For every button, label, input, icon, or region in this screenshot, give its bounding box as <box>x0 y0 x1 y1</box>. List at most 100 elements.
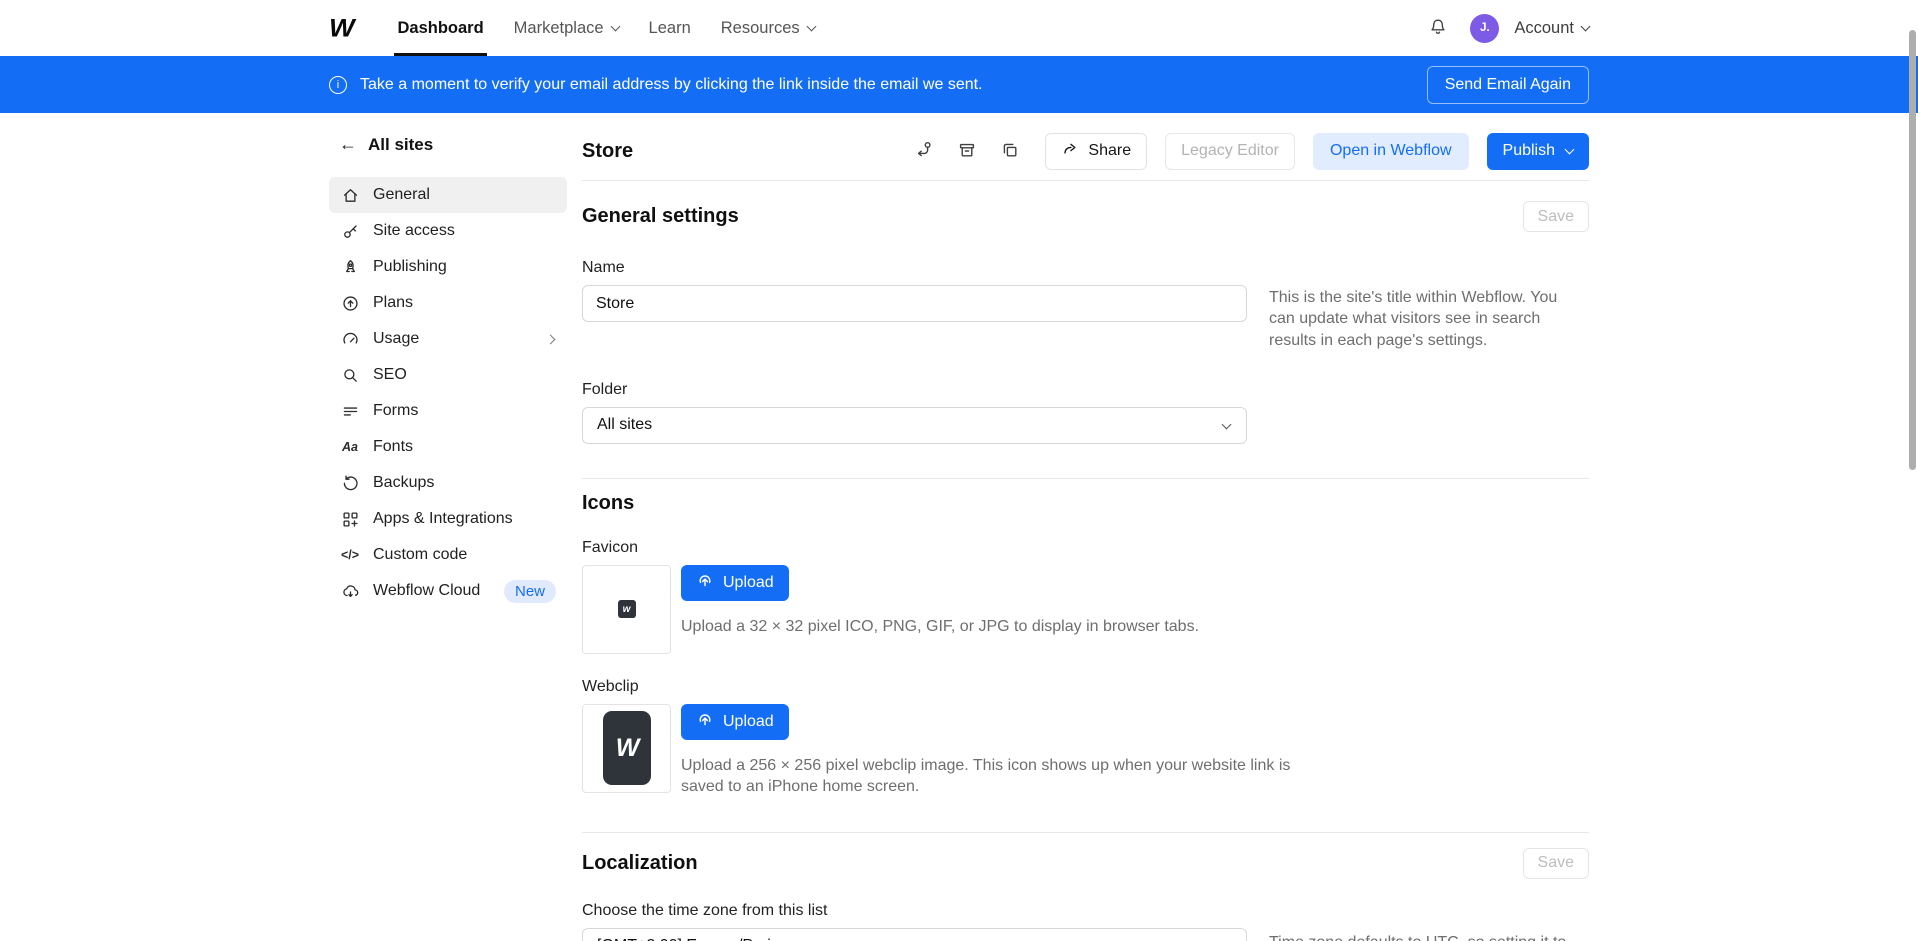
upload-label: Upload <box>723 574 774 592</box>
sidebar-item-label: Apps & Integrations <box>373 510 556 528</box>
localization-section: Localization Save Choose the time zone f… <box>582 848 1589 941</box>
gauge-icon <box>340 329 360 349</box>
nav-item-dashboard[interactable]: Dashboard <box>382 0 498 56</box>
webclip-image: W <box>603 711 651 785</box>
sidebar-item-seo[interactable]: SEO <box>329 357 567 393</box>
fonts-aa-icon: Aa <box>340 437 360 457</box>
notifications-button[interactable] <box>1421 11 1455 45</box>
account-label: Account <box>1514 19 1574 38</box>
verify-email-banner: i Take a moment to verify your email add… <box>0 56 1918 113</box>
favicon-help-text: Upload a 32 × 32 pixel ICO, PNG, GIF, or… <box>681 616 1199 638</box>
nav-item-resources[interactable]: Resources <box>706 0 830 56</box>
key-icon <box>340 221 360 241</box>
divider <box>582 832 1589 833</box>
new-badge: New <box>504 580 556 603</box>
site-name-input[interactable] <box>582 285 1247 322</box>
publish-button[interactable]: Publish <box>1487 133 1589 170</box>
sidebar-item-label: Webflow Cloud <box>373 582 491 600</box>
archive-button[interactable] <box>950 134 984 168</box>
info-icon: i <box>329 76 347 94</box>
sidebar-item-forms[interactable]: Forms <box>329 393 567 429</box>
page-title: Store <box>582 140 633 163</box>
nav-item-label: Marketplace <box>514 19 604 38</box>
sidebar-item-label: Plans <box>373 294 556 312</box>
save-button[interactable]: Save <box>1523 848 1589 879</box>
vertical-scrollbar[interactable] <box>1909 30 1916 470</box>
sidebar-item-publishing[interactable]: Publishing <box>329 249 567 285</box>
timezone-help-text: Time zone defaults to UTC, so setting it… <box>1269 932 1569 941</box>
sidebar-item-label: Forms <box>373 402 556 420</box>
settings-main: Store <box>582 128 1589 941</box>
open-in-webflow-button[interactable]: Open in Webflow <box>1313 133 1469 170</box>
name-label: Name <box>582 259 1589 277</box>
timezone-select-value: [GMT+2:00] Europe/Paris <box>597 937 779 941</box>
nav-item-learn[interactable]: Learn <box>634 0 706 56</box>
favicon-upload-button[interactable]: Upload <box>681 565 789 601</box>
chevron-down-icon <box>1222 419 1232 429</box>
section-title: General settings <box>582 205 739 228</box>
transfer-site-icon <box>914 140 934 163</box>
back-to-all-sites[interactable]: ← All sites <box>329 128 567 155</box>
sidebar-item-label: Custom code <box>373 546 556 564</box>
nav-item-marketplace[interactable]: Marketplace <box>499 0 634 56</box>
webclip-help-text: Upload a 256 × 256 pixel webclip image. … <box>681 755 1301 798</box>
sidebar-item-fonts[interactable]: Aa Fonts <box>329 429 567 465</box>
top-navbar: W Dashboard Marketplace Learn Resources <box>0 0 1918 56</box>
publish-label: Publish <box>1503 142 1555 160</box>
back-label: All sites <box>368 135 433 155</box>
upload-icon <box>696 710 714 733</box>
share-label: Share <box>1088 142 1131 160</box>
webclip-label: Webclip <box>582 678 1589 696</box>
banner-message: Take a moment to verify your email addre… <box>360 76 983 94</box>
chevron-right-icon <box>546 334 556 344</box>
sidebar-item-label: SEO <box>373 366 556 384</box>
sidebar-item-apps-integrations[interactable]: Apps & Integrations <box>329 501 567 537</box>
search-icon <box>340 365 360 385</box>
section-title: Icons <box>582 492 634 515</box>
nav-item-label: Resources <box>721 19 800 38</box>
primary-nav: Dashboard Marketplace Learn Resources <box>382 0 829 56</box>
folder-label: Folder <box>582 381 1589 399</box>
folder-select-value: All sites <box>597 416 652 434</box>
home-icon <box>340 185 360 205</box>
rocket-icon <box>340 257 360 277</box>
favicon-preview: w <box>582 565 671 654</box>
general-settings-section: General settings Save Name This is the s… <box>582 201 1589 444</box>
upload-label: Upload <box>723 713 774 731</box>
transfer-site-button[interactable] <box>907 134 941 168</box>
folder-select[interactable]: All sites <box>582 407 1247 444</box>
legacy-editor-button[interactable]: Legacy Editor <box>1165 133 1295 170</box>
sidebar-item-label: Publishing <box>373 258 556 276</box>
avatar-initials: J. <box>1480 22 1490 34</box>
divider <box>582 180 1589 181</box>
avatar[interactable]: J. <box>1470 14 1499 43</box>
sidebar-item-webflow-cloud[interactable]: Webflow Cloud New <box>329 573 567 609</box>
share-arrow-icon <box>1061 140 1079 163</box>
sidebar-item-site-access[interactable]: Site access <box>329 213 567 249</box>
divider <box>582 478 1589 479</box>
sidebar-item-label: Fonts <box>373 438 556 456</box>
forms-lines-icon <box>340 401 360 421</box>
duplicate-button[interactable] <box>993 134 1027 168</box>
save-button[interactable]: Save <box>1523 201 1589 232</box>
apps-grid-icon <box>340 509 360 529</box>
sidebar-item-custom-code[interactable]: </> Custom code <box>329 537 567 573</box>
sidebar-item-usage[interactable]: Usage <box>329 321 567 357</box>
webclip-upload-button[interactable]: Upload <box>681 704 789 740</box>
sidebar-item-label: Backups <box>373 474 556 492</box>
cloud-icon <box>340 581 360 601</box>
chevron-down-icon <box>610 21 620 31</box>
timezone-select[interactable]: [GMT+2:00] Europe/Paris <box>582 928 1247 941</box>
sidebar-item-plans[interactable]: Plans <box>329 285 567 321</box>
account-menu[interactable]: Account <box>1514 19 1589 38</box>
webflow-logo-icon[interactable]: W <box>329 14 352 43</box>
sidebar-item-general[interactable]: General <box>329 177 567 213</box>
bell-icon <box>1428 17 1448 40</box>
timezone-label: Choose the time zone from this list <box>582 902 1589 920</box>
section-title: Localization <box>582 852 698 875</box>
upgrade-circle-icon <box>340 293 360 313</box>
send-email-again-button[interactable]: Send Email Again <box>1427 66 1589 104</box>
favicon-image: w <box>618 600 636 618</box>
sidebar-item-backups[interactable]: Backups <box>329 465 567 501</box>
share-button[interactable]: Share <box>1045 133 1147 170</box>
